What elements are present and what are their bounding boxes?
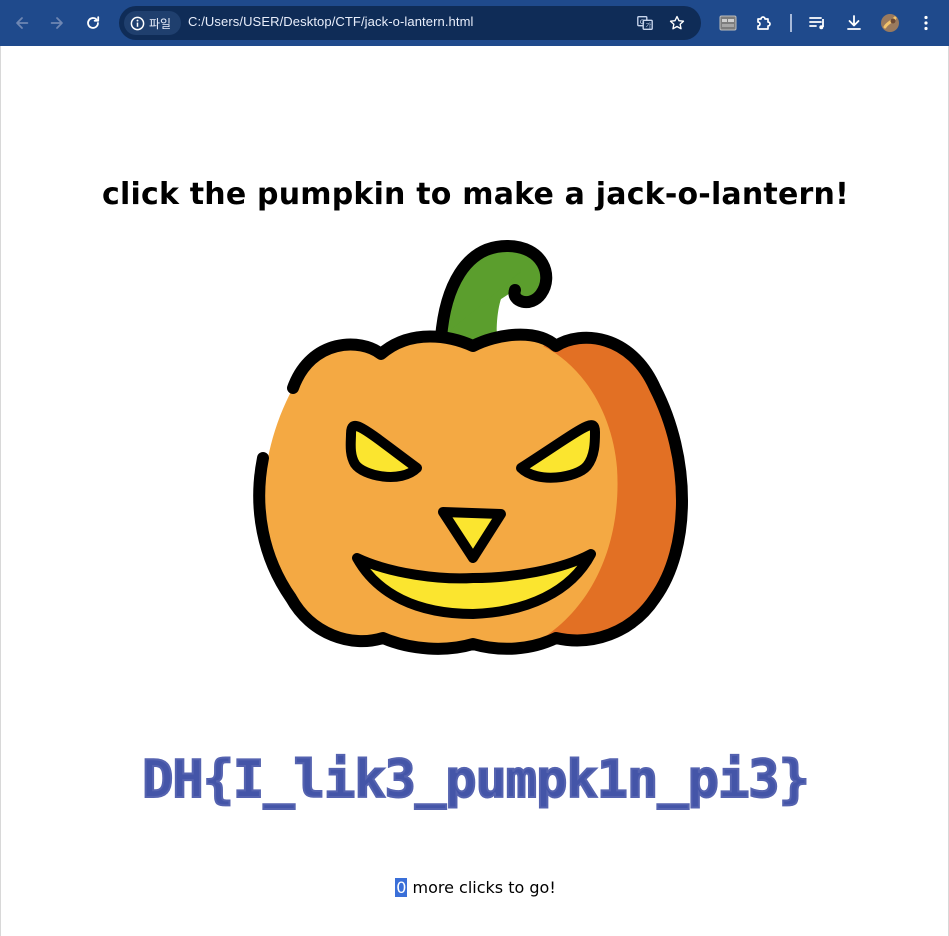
extension-button-1[interactable]	[717, 12, 739, 34]
site-chip-label: 파일	[149, 16, 172, 31]
profile-avatar	[881, 14, 899, 32]
browser-toolbar: 파일 C:/Users/USER/Desktop/CTF/jack-o-lant…	[0, 0, 949, 46]
info-icon	[130, 16, 145, 30]
clicks-remaining-count: 0	[395, 878, 408, 897]
address-bar[interactable]: 파일 C:/Users/USER/Desktop/CTF/jack-o-lant…	[119, 6, 701, 40]
download-icon	[847, 15, 861, 30]
site-info-chip[interactable]: 파일	[124, 11, 181, 35]
translate-icon: G가	[637, 16, 653, 30]
star-icon	[669, 15, 685, 30]
page-content: click the pumpkin to make a jack-o-lante…	[0, 46, 949, 936]
reload-button[interactable]	[79, 9, 107, 37]
extensions-button[interactable]	[753, 12, 775, 34]
url-text[interactable]: C:/Users/USER/Desktop/CTF/jack-o-lantern…	[188, 14, 474, 29]
media-icon	[809, 17, 824, 30]
bookmark-star-button[interactable]	[667, 13, 687, 33]
extension-grid-icon	[719, 15, 737, 31]
translate-button[interactable]: G가	[635, 13, 655, 33]
svg-text:가: 가	[645, 21, 651, 30]
forward-icon	[50, 17, 63, 29]
menu-icon	[924, 15, 928, 31]
chrome-menu-button[interactable]	[915, 12, 937, 34]
reload-icon	[87, 16, 100, 29]
profile-button[interactable]	[879, 12, 901, 34]
back-button[interactable]	[8, 9, 36, 37]
toolbar-separator	[790, 14, 792, 32]
click-counter: 0 more clicks to go!	[1, 878, 949, 897]
page-heading: click the pumpkin to make a jack-o-lante…	[102, 177, 849, 212]
puzzle-icon	[757, 16, 771, 30]
forward-button[interactable]	[43, 9, 71, 37]
clicks-remaining-label: more clicks to go!	[407, 878, 556, 897]
flag-text: DH{I_lik3_pumpk1n_pi3}	[141, 749, 811, 811]
downloads-button[interactable]	[843, 12, 865, 34]
pumpkin-image[interactable]	[251, 228, 695, 666]
svg-text:G: G	[640, 19, 645, 26]
media-controls-button[interactable]	[807, 12, 829, 34]
back-icon	[16, 17, 29, 29]
